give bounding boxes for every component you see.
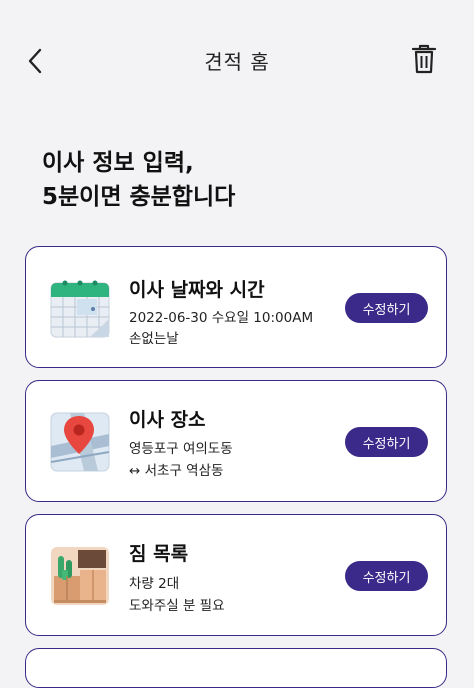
edit-date-button[interactable]: 수정하기 <box>345 293 428 323</box>
header: 견적 홈 <box>0 0 474 120</box>
card-title: 짐 목록 <box>129 543 189 565</box>
map-pin-icon <box>50 412 110 472</box>
calendar-icon <box>50 279 110 339</box>
card-detail-origin: 영등포구 여의도동 <box>129 441 233 457</box>
trash-icon <box>411 44 437 74</box>
card-detail-destination: ↔ 서초구 역삼동 <box>129 463 224 479</box>
delete-button[interactable] <box>410 42 438 76</box>
card-detail-date: 2022-06-30 수요일 10:00AM <box>129 310 314 326</box>
boxes-icon <box>50 546 110 606</box>
moving-location-card[interactable]: 이사 장소 영등포구 여의도동 ↔ 서초구 역삼동 수정하기 <box>25 380 447 502</box>
card-title: 이사 장소 <box>129 409 206 431</box>
next-card-partial[interactable] <box>25 648 447 688</box>
headline-line-1: 이사 정보 입력, <box>42 150 194 176</box>
edit-items-button[interactable]: 수정하기 <box>345 561 428 591</box>
headline: 이사 정보 입력, 5분이면 충분합니다 <box>42 146 235 214</box>
moving-items-card[interactable]: 짐 목록 차량 2대 도와주실 분 필요 수정하기 <box>25 514 447 636</box>
card-detail-helper: 도와주실 분 필요 <box>129 598 225 614</box>
card-detail-vehicles: 차량 2대 <box>129 576 180 592</box>
edit-location-button[interactable]: 수정하기 <box>345 427 428 457</box>
card-detail-note: 손없는날 <box>129 331 179 347</box>
headline-line-2: 5분이면 충분합니다 <box>42 184 236 210</box>
page-title: 견적 홈 <box>204 50 270 74</box>
card-title: 이사 날짜와 시간 <box>129 279 265 301</box>
moving-date-card[interactable]: 이사 날짜와 시간 2022-06-30 수요일 10:00AM 손없는날 수정… <box>25 246 447 368</box>
